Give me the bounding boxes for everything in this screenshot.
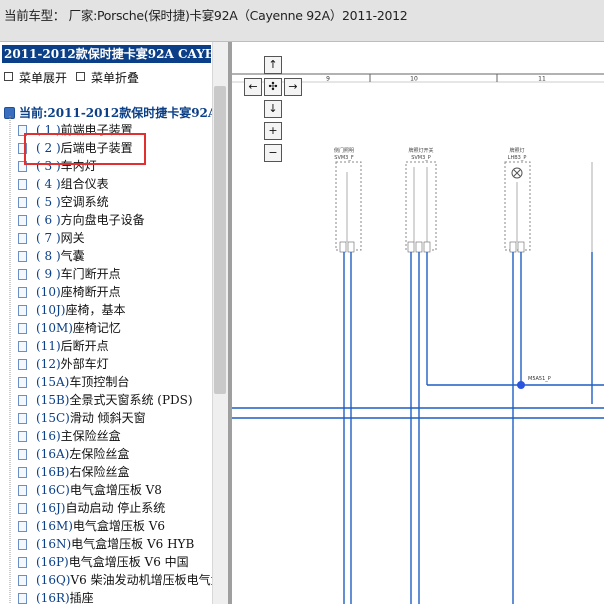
tree-item-10j[interactable]: (10J)座椅，基本 xyxy=(18,301,125,317)
wire-label: M5A51_P xyxy=(528,376,551,382)
document-icon xyxy=(18,467,27,478)
window-title: 当前车型： 厂家:Porsche(保时捷)卡宴92A（Cayenne 92A）2… xyxy=(4,8,408,23)
wiring-diagram-canvas: 9 10 11 侧门照明 SVM3_F 牌照灯开关 SVM3_P 牌照灯 LHB… xyxy=(232,73,604,604)
tree-item-11[interactable]: (11)后断开点 xyxy=(18,337,109,353)
document-icon xyxy=(18,323,27,334)
component-2-name: 牌照灯开关 xyxy=(408,147,433,154)
collapse-all-button[interactable]: 菜单折叠 xyxy=(76,69,139,86)
title-bar: 当前车型： 厂家:Porsche(保时捷)卡宴92A（Cayenne 92A）2… xyxy=(0,0,604,42)
document-icon xyxy=(18,539,27,550)
tree-item-16j[interactable]: (16J)自动启动 停止系统 xyxy=(18,499,165,515)
pan-left-button[interactable]: ← xyxy=(244,78,262,96)
document-icon xyxy=(18,269,27,280)
tree-item-16a[interactable]: (16A)左保险丝盒 xyxy=(18,445,129,461)
document-icon xyxy=(18,233,27,244)
document-icon xyxy=(18,251,27,262)
tree-item-16p[interactable]: (16P)电气盒增压板 V6 中国 xyxy=(18,553,189,569)
tree-item-10[interactable]: (10)座椅断开点 xyxy=(18,283,121,299)
tree-item-16[interactable]: (16)主保险丝盒 xyxy=(18,427,121,443)
tree-item-16n[interactable]: (16N)电气盒增压板 V6 HYB xyxy=(18,535,194,551)
center-button[interactable]: ✣ xyxy=(264,78,282,96)
tree-item-16q[interactable]: (16Q)V6 柴油发动机增压板电气盒 xyxy=(18,571,223,587)
document-icon xyxy=(18,215,27,226)
tree-item-16c[interactable]: (16C)电气盒增压板 V8 xyxy=(18,481,162,497)
collapse-icon xyxy=(76,72,85,81)
document-icon xyxy=(18,197,27,208)
tree-item-10m[interactable]: (10M)座椅记忆 xyxy=(18,319,121,335)
document-icon xyxy=(18,287,27,298)
document-icon xyxy=(18,575,27,586)
document-icon xyxy=(18,125,27,136)
document-icon xyxy=(18,593,27,604)
tree-item-9[interactable]: ( 9 )车门断开点 xyxy=(18,265,121,281)
document-icon xyxy=(18,377,27,388)
component-1-code: SVM3_F xyxy=(334,155,354,161)
column-10-label: 10 xyxy=(410,76,418,83)
zoom-in-button[interactable]: + xyxy=(264,122,282,140)
document-icon xyxy=(18,395,27,406)
document-icon xyxy=(18,503,27,514)
pan-up-button[interactable]: ↑ xyxy=(264,56,282,74)
document-icon xyxy=(18,413,27,424)
tree-item-15a[interactable]: (15A)车顶控制台 xyxy=(18,373,129,389)
tree-item-5[interactable]: ( 5 )空调系统 xyxy=(18,193,109,209)
tree-item-16b[interactable]: (16B)右保险丝盒 xyxy=(18,463,129,479)
tree-item-3[interactable]: ( 3 )车内灯 xyxy=(18,157,97,173)
tree-item-16r[interactable]: (16R)插座 xyxy=(18,589,94,604)
column-9-label: 9 xyxy=(326,76,330,83)
tree-root-label: 当前:2011-2012款保时捷卡宴92A xyxy=(19,106,218,120)
document-icon xyxy=(18,521,27,532)
tree-item-16m[interactable]: (16M)电气盒增压板 V6 xyxy=(18,517,165,533)
component-3-name: 牌照灯 xyxy=(509,147,524,154)
document-icon xyxy=(18,431,27,442)
document-icon xyxy=(18,359,27,370)
document-icon xyxy=(18,161,27,172)
document-icon xyxy=(18,485,27,496)
tree-pane: 2011-2012款保时捷卡宴92A CAYENNE 菜单展开 菜单折叠 当前:… xyxy=(0,42,228,604)
tree-scrollbar-thumb[interactable] xyxy=(214,86,226,394)
zoom-out-button[interactable]: − xyxy=(264,144,282,162)
tree-item-1[interactable]: ( 1 )前端电子装置 xyxy=(18,121,133,137)
document-icon xyxy=(18,449,27,460)
tree-item-8[interactable]: ( 8 )气囊 xyxy=(18,247,85,263)
pan-down-button[interactable]: ↓ xyxy=(264,100,282,118)
tree-item-12[interactable]: (12)外部车灯 xyxy=(18,355,109,371)
tree-item-2[interactable]: ( 2 )后端电子装置 xyxy=(18,139,133,155)
component-2-code: SVM3_P xyxy=(411,155,431,161)
tree-item-7[interactable]: ( 7 )网关 xyxy=(18,229,85,245)
document-icon xyxy=(18,341,27,352)
document-icon xyxy=(18,143,27,154)
tree-item-15b[interactable]: (15B)全景式天窗系统 (PDS) xyxy=(18,391,193,407)
document-icon xyxy=(18,179,27,190)
tree-root[interactable]: 当前:2011-2012款保时捷卡宴92A xyxy=(4,104,217,121)
collapse-all-label: 菜单折叠 xyxy=(91,71,140,85)
tree-item-15c[interactable]: (15C)滑动 倾斜天窗 xyxy=(18,409,146,425)
tree-header: 2011-2012款保时捷卡宴92A CAYENNE xyxy=(2,45,211,63)
wiring-diagram[interactable]: 9 10 11 侧门照明 SVM3_F 牌照灯开关 SVM3_P 牌照灯 LHB… xyxy=(232,42,604,604)
document-icon xyxy=(18,305,27,316)
column-11-label: 11 xyxy=(538,76,546,83)
tree-item-6[interactable]: ( 6 )方向盘电子设备 xyxy=(18,211,145,227)
component-3-code: LHB3_P xyxy=(508,155,527,161)
document-icon xyxy=(18,557,27,568)
tree-item-4[interactable]: ( 4 )组合仪表 xyxy=(18,175,109,191)
pan-right-button[interactable]: → xyxy=(284,78,302,96)
component-1-name: 侧门照明 xyxy=(334,147,354,154)
